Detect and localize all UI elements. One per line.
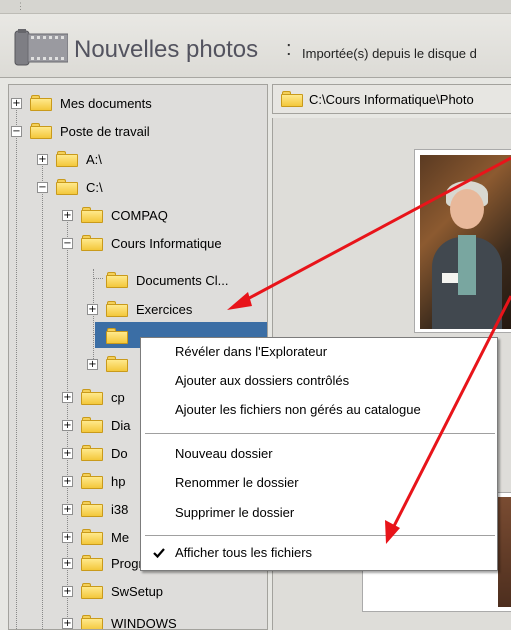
menu-item-import-unmanaged-files[interactable]: Ajouter les fichiers non gérés au catalo… <box>175 400 421 420</box>
grip-icon: ⋮ <box>16 1 25 11</box>
tree-item-drive-a[interactable]: + A:\ <box>37 145 102 173</box>
expand-icon[interactable]: + <box>87 358 98 370</box>
menu-item-show-all-files[interactable]: Afficher tous les fichiers <box>175 543 312 563</box>
tree-item-label: hp <box>111 473 126 489</box>
tree-item-label: Documents Cl... <box>136 272 229 288</box>
tree-item-hidden[interactable]: + <box>87 350 136 378</box>
tree-item-dia[interactable]: + Dia <box>62 411 131 439</box>
folder-icon <box>106 301 128 317</box>
tree-item-cp[interactable]: + cp <box>62 383 125 411</box>
menu-item-reveal-in-explorer[interactable]: Révéler dans l'Explorateur <box>175 342 327 362</box>
collapse-icon[interactable]: − <box>11 125 22 137</box>
folder-icon <box>81 473 103 489</box>
tree-item-label: Cours Informatique <box>111 235 222 251</box>
tree-item-label: Mes documents <box>60 95 152 111</box>
tree-item-label: SwSetup <box>111 583 164 599</box>
page-title: Nouvelles photos <box>74 36 259 63</box>
menu-item-new-folder[interactable]: Nouveau dossier <box>175 444 273 464</box>
page-subtitle: Importée(s) depuis le disque d <box>302 46 477 61</box>
menu-item-delete-folder[interactable]: Supprimer le dossier <box>175 503 294 523</box>
tree-item-do[interactable]: + Do <box>62 439 128 467</box>
photo-image <box>498 497 511 607</box>
tree-item-label: A:\ <box>86 151 102 167</box>
expand-icon[interactable]: + <box>37 153 48 165</box>
tree-item-i386[interactable]: + i38 <box>62 495 128 523</box>
menu-item-add-to-watched-folders[interactable]: Ajouter aux dossiers contrôlés <box>175 371 349 391</box>
tree-item-mes-documents[interactable]: + Mes documents <box>11 89 152 117</box>
folder-path-text: C:\Cours Informatique\Photo <box>309 91 474 107</box>
expand-icon[interactable]: + <box>87 303 98 315</box>
expand-icon[interactable]: + <box>62 447 73 459</box>
tree-item-label: i38 <box>111 501 129 517</box>
expand-icon[interactable]: + <box>62 419 73 431</box>
folder-icon <box>81 235 103 251</box>
folder-icon <box>30 95 52 111</box>
tree-item-label: Poste de travail <box>60 123 150 139</box>
tree-item-label: cp <box>111 389 125 405</box>
folder-icon <box>81 417 103 433</box>
top-strip: ⋮ <box>0 0 511 14</box>
tree-item-label: COMPAQ <box>111 207 168 223</box>
checkmark-icon <box>153 548 165 559</box>
menu-separator <box>145 433 495 434</box>
tree-item-compaq[interactable]: + COMPAQ <box>62 201 168 229</box>
expand-icon[interactable]: + <box>62 531 73 543</box>
tree-item-drive-c[interactable]: − C:\ <box>37 173 103 201</box>
folder-icon <box>106 356 128 372</box>
tree-item-poste-de-travail[interactable]: − Poste de travail <box>11 117 150 145</box>
folder-icon <box>56 151 78 167</box>
folder-icon <box>81 529 103 545</box>
folder-icon <box>81 583 103 599</box>
tree-item-label: Do <box>111 445 128 461</box>
folder-icon <box>56 179 78 195</box>
tree-item-swsetup[interactable]: + SwSetup <box>62 577 163 605</box>
folder-path-bar: C:\Cours Informatique\Photo <box>272 84 511 114</box>
expand-icon[interactable]: + <box>62 209 73 221</box>
folder-icon <box>81 389 103 405</box>
expand-icon[interactable]: + <box>62 391 73 403</box>
tree-item-cours-informatique[interactable]: − Cours Informatique <box>62 229 222 257</box>
expand-icon[interactable]: + <box>62 585 73 597</box>
expand-icon[interactable]: + <box>11 97 22 109</box>
expand-icon[interactable]: + <box>62 557 73 569</box>
folder-icon <box>81 207 103 223</box>
menu-separator <box>145 535 495 536</box>
tree-item-label: Dia <box>111 417 131 433</box>
folder-icon <box>81 445 103 461</box>
context-menu: Révéler dans l'Explorateur Ajouter aux d… <box>140 337 498 571</box>
folder-icon <box>81 501 103 517</box>
expand-icon[interactable]: + <box>62 617 73 629</box>
folder-with-photo-icon <box>281 91 303 107</box>
tree-item-label: C:\ <box>86 179 103 195</box>
tree-item-me[interactable]: + Me <box>62 523 129 551</box>
folder-icon <box>30 123 52 139</box>
tree-item-label: Me <box>111 529 130 545</box>
folder-icon <box>106 272 128 288</box>
tree-item-windows[interactable]: + WINDOWS <box>62 609 177 630</box>
tree-item-label: WINDOWS <box>111 615 177 630</box>
tree-item-documents[interactable]: Documents Cl... <box>106 266 228 294</box>
folder-icon <box>81 615 103 629</box>
folder-with-photo-icon <box>106 328 128 344</box>
expand-icon[interactable]: + <box>62 475 73 487</box>
tree-item-exercices[interactable]: + Exercices <box>87 295 192 323</box>
menu-item-rename-folder[interactable]: Renommer le dossier <box>175 473 299 493</box>
header: Nouvelles photos : Importée(s) depuis le… <box>0 14 511 78</box>
tree-item-photos-selected[interactable] <box>106 322 136 350</box>
collapse-icon[interactable]: − <box>37 181 48 193</box>
photo-image <box>420 155 511 329</box>
expand-icon[interactable]: + <box>62 503 73 515</box>
tree-item-hp[interactable]: + hp <box>62 467 125 495</box>
folder-icon <box>81 555 103 571</box>
film-roll-icon <box>14 29 68 66</box>
tree-item-label: Exercices <box>136 301 193 317</box>
collapse-icon[interactable]: − <box>62 237 73 249</box>
title-separator: : <box>286 38 292 60</box>
